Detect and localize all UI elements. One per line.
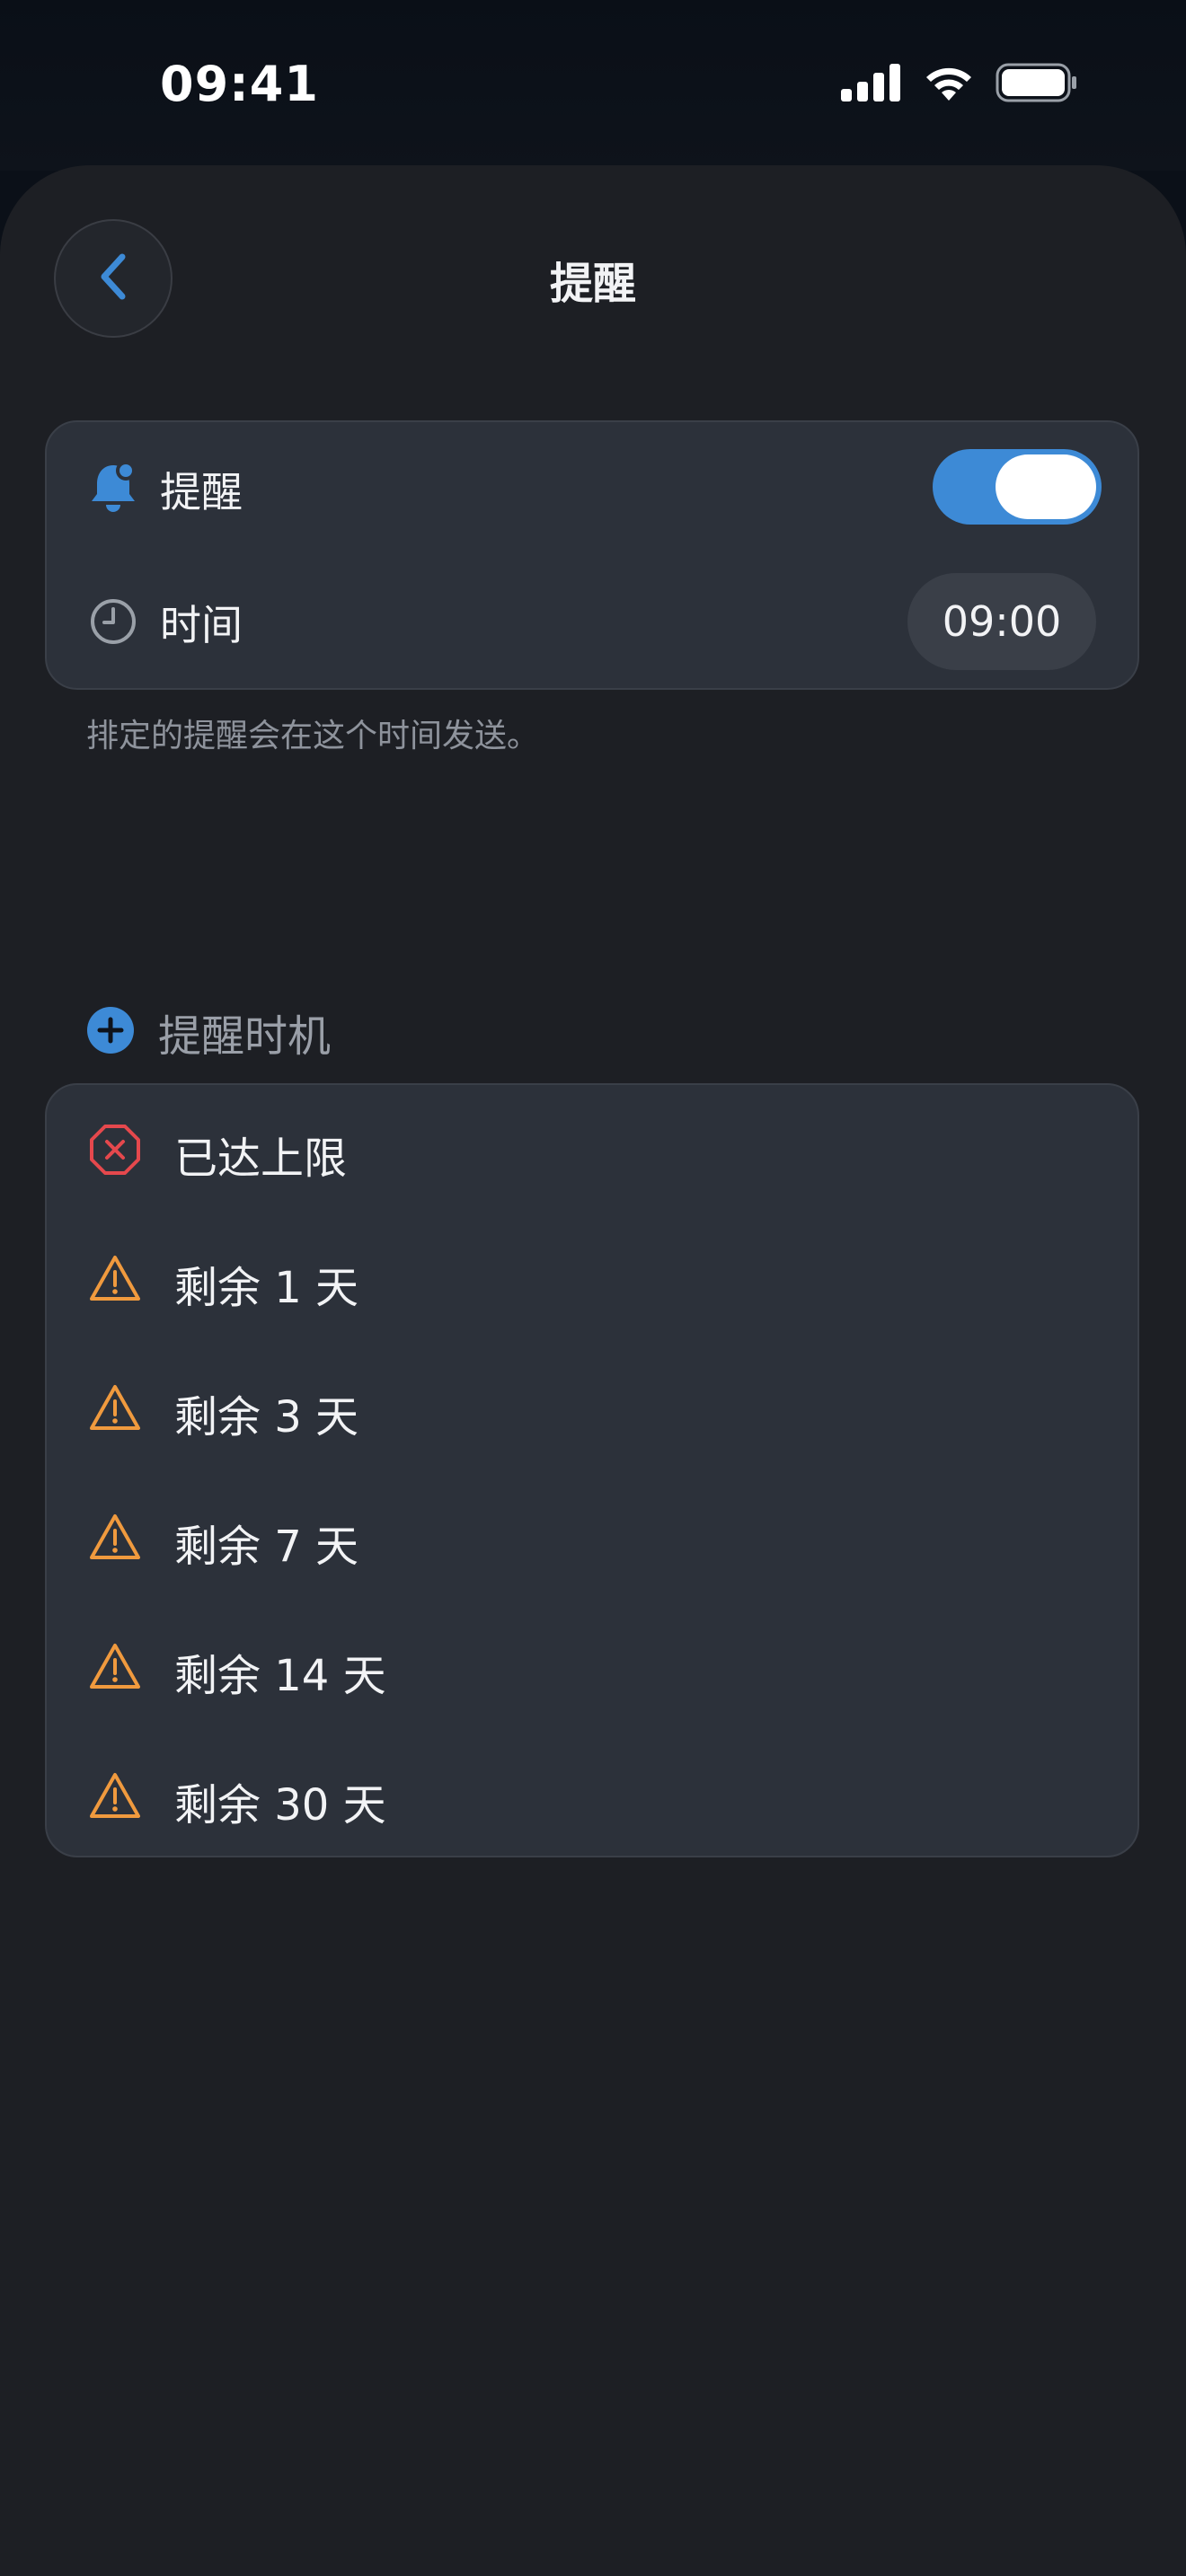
- list-item[interactable]: 剩余 7 天: [47, 1473, 1137, 1602]
- status-bar: 09:41: [0, 0, 1186, 171]
- list-item-label: 已达上限: [174, 1134, 348, 1184]
- cellular-signal-icon: [841, 64, 902, 105]
- battery-icon: [996, 63, 1078, 106]
- plus-circle-icon: [86, 1006, 135, 1058]
- list-item-label: 剩余 1 天: [174, 1263, 359, 1313]
- trigger-list-card: 已达上限 剩余 1 天 剩余 3 天 剩余 7 天 剩余 14 天 剩余 30 …: [45, 1083, 1139, 1857]
- time-picker-button[interactable]: 09:00: [907, 573, 1096, 670]
- section-label: 提醒时机: [158, 1011, 332, 1062]
- list-item[interactable]: 已达上限: [47, 1085, 1137, 1214]
- status-icons: [841, 63, 1078, 106]
- list-item[interactable]: 剩余 3 天: [47, 1344, 1137, 1473]
- list-item[interactable]: 剩余 30 天: [47, 1732, 1137, 1861]
- list-item-label: 剩余 7 天: [174, 1522, 359, 1572]
- time-hint: 排定的提醒会在这个时间发送。: [86, 718, 540, 754]
- error-x-icon: [88, 1123, 142, 1177]
- list-item[interactable]: 剩余 14 天: [47, 1602, 1137, 1732]
- warning-icon: [88, 1640, 142, 1694]
- warning-icon: [88, 1252, 142, 1306]
- page-title: 提醒: [549, 259, 636, 309]
- list-item-label: 剩余 3 天: [174, 1392, 359, 1442]
- warning-icon: [88, 1381, 142, 1435]
- warning-icon: [88, 1769, 142, 1823]
- bell-badge-icon: [86, 460, 140, 514]
- status-time: 09:41: [160, 56, 319, 112]
- list-item-label: 剩余 14 天: [174, 1651, 386, 1701]
- add-trigger-button[interactable]: 提醒时机: [86, 1001, 331, 1063]
- list-item-label: 剩余 30 天: [174, 1780, 386, 1831]
- reminder-label: 提醒: [160, 468, 243, 516]
- list-item[interactable]: 剩余 1 天: [47, 1214, 1137, 1344]
- wifi-icon: [922, 63, 976, 106]
- reminder-settings-card: 提醒 时间 09:00: [45, 420, 1139, 690]
- clock-icon: [86, 595, 140, 648]
- warning-icon: [88, 1511, 142, 1565]
- reminder-toggle[interactable]: [933, 449, 1102, 525]
- reminder-sheet: 提醒 提醒 时间 09:00 排定的提醒会在这个时间发送。 提醒时机 已达上限 …: [0, 165, 1186, 2576]
- time-label: 时间: [160, 601, 243, 649]
- reminder-toggle-row: 提醒: [47, 422, 1137, 551]
- toggle-knob: [996, 454, 1096, 519]
